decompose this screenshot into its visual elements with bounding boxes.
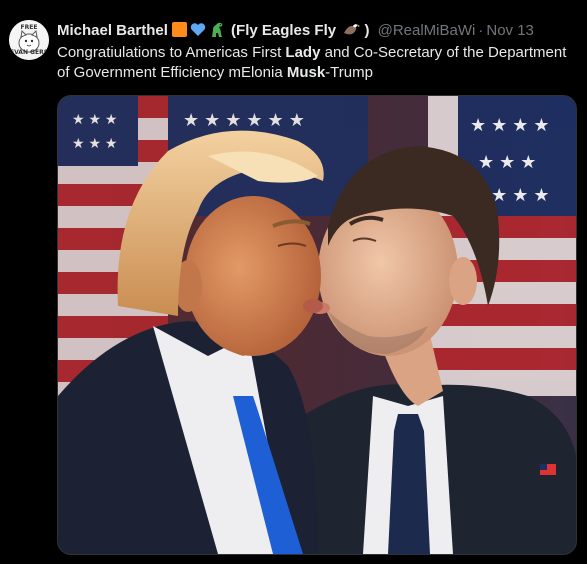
avatar-text-bottom: EVAN GERS	[9, 49, 49, 56]
avatar-text-top: FREE	[20, 24, 38, 31]
dinosaur-icon	[209, 21, 227, 44]
user-handle[interactable]: @RealMiBaWi	[378, 22, 476, 39]
svg-text:★ ★ ★ ★: ★ ★ ★ ★	[470, 115, 550, 135]
timestamp[interactable]: Nov 13	[486, 22, 534, 39]
svg-text:★ ★ ★: ★ ★ ★	[72, 135, 117, 151]
tweet-text-part3: -Trump	[325, 64, 373, 81]
tweet-header: Michael Barthel (Fly Eagles Fly ) @RealM…	[57, 21, 579, 41]
svg-text:★ ★ ★: ★ ★ ★	[478, 152, 536, 172]
tweet-text-bold-lady: Lady	[285, 44, 321, 61]
display-name-close[interactable]: )	[364, 22, 369, 39]
tweet-text-bold-musk: Musk	[286, 64, 326, 81]
eagle-icon	[342, 21, 361, 43]
tweet-text: Congratiulations to Americas First Lady …	[57, 43, 577, 83]
separator-dot: ·	[478, 22, 484, 39]
blue-heart-icon	[190, 22, 206, 43]
svg-text:★ ★ ★ ★ ★ ★: ★ ★ ★ ★ ★ ★	[183, 110, 305, 130]
tweet-text-part1: Congratiulations to Americas First	[57, 44, 286, 61]
display-name-suffix[interactable]: (Fly Eagles Fly	[231, 22, 336, 39]
orange-square-icon	[171, 22, 187, 37]
avatar[interactable]: FREE EVAN GERS	[9, 20, 49, 60]
illustration-two-men-kissing: ★ ★ ★ ★ ★ ★ ★ ★ ★ ★ ★ ★ ★ ★ ★ ★ ★ ★ ★ ★ …	[58, 96, 576, 554]
tweet[interactable]: FREE EVAN GERS Michael Barthel (Fly Eagl…	[0, 0, 587, 564]
tweet-media-image[interactable]: ★ ★ ★ ★ ★ ★ ★ ★ ★ ★ ★ ★ ★ ★ ★ ★ ★ ★ ★ ★ …	[57, 95, 577, 555]
svg-text:★ ★ ★: ★ ★ ★	[72, 111, 117, 127]
display-name[interactable]: Michael Barthel	[57, 22, 168, 39]
